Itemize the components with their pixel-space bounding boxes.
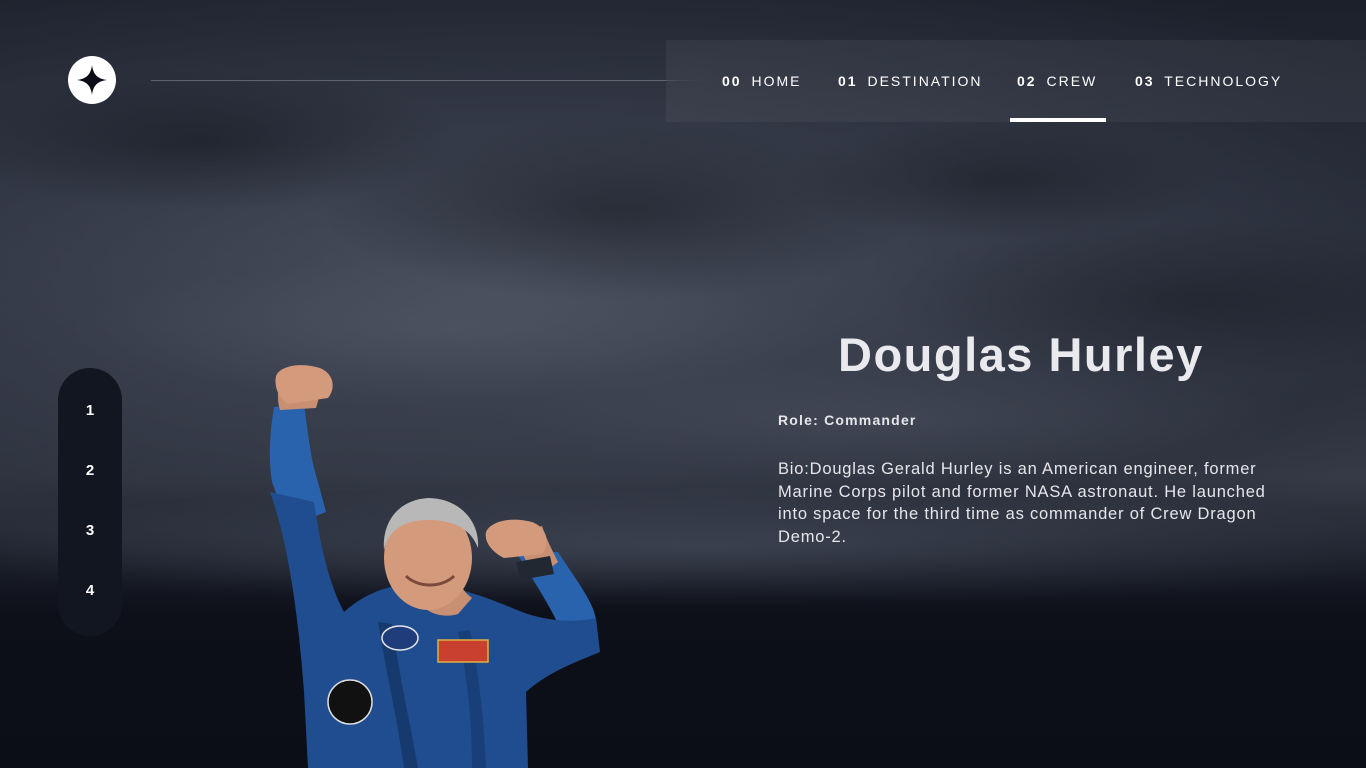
nav-item-technology[interactable]: 03 TECHNOLOGY xyxy=(1135,40,1282,122)
crew-member-image xyxy=(269,365,600,768)
nav-item-label: HOME xyxy=(751,73,802,89)
nav-item-number: 00 xyxy=(722,73,742,89)
main-nav: 00 HOME 01 DESTINATION 02 CREW 03 TECHNO… xyxy=(666,40,1366,122)
nav-item-destination[interactable]: 01 DESTINATION xyxy=(838,40,983,122)
nav-item-label: DESTINATION xyxy=(867,73,983,89)
nav-item-home[interactable]: 00 HOME xyxy=(722,40,801,122)
crew-pagination: 1 2 3 4 xyxy=(58,368,122,636)
star-compass-icon xyxy=(77,65,107,95)
logo[interactable] xyxy=(68,56,116,104)
nav-item-crew[interactable]: 02 CREW xyxy=(1009,40,1107,122)
crew-member-name: Douglas Hurley xyxy=(838,328,1204,381)
crew-page-4-button[interactable]: 4 xyxy=(58,576,122,606)
crew-page: 00 HOME 01 DESTINATION 02 CREW 03 TECHNO… xyxy=(0,0,1366,768)
crew-member-role: Role: Commander xyxy=(778,412,917,428)
crew-page-3-button[interactable]: 3 xyxy=(58,516,122,546)
crew-page-2-button[interactable]: 2 xyxy=(58,456,122,486)
header-divider xyxy=(151,80,701,81)
nav-item-number: 03 xyxy=(1135,73,1155,89)
crew-page-1-button[interactable]: 1 xyxy=(58,396,122,426)
nav-item-number: 01 xyxy=(838,73,858,89)
nav-item-label: CREW xyxy=(1046,73,1098,89)
nav-item-label: TECHNOLOGY xyxy=(1164,73,1283,89)
nav-item-number: 02 xyxy=(1017,73,1037,89)
crew-member-bio: Bio:Douglas Gerald Hurley is an American… xyxy=(778,460,1266,546)
